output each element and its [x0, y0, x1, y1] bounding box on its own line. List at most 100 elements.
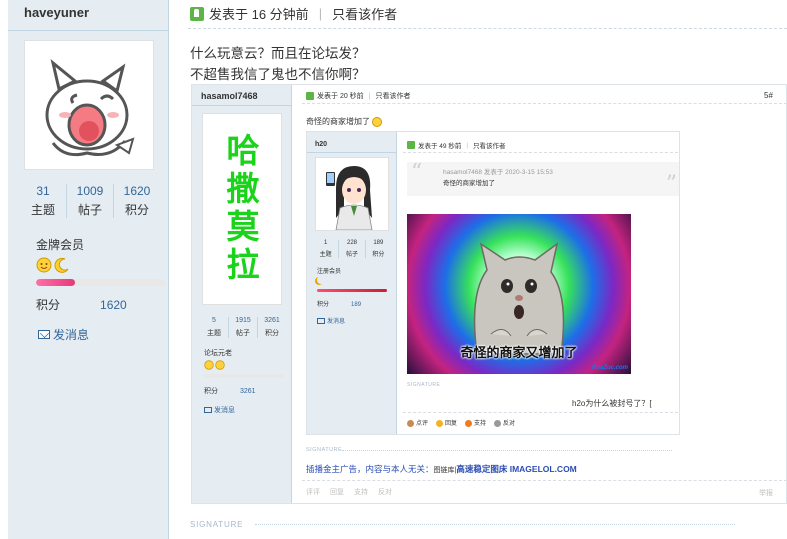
stat-posts: 1915 帖子 — [229, 317, 258, 338]
progress-bar — [204, 374, 284, 378]
send-message-link[interactable]: 发消息 — [38, 326, 89, 343]
post-text: 奇怪的商家增加了 — [306, 117, 370, 126]
stat-value: 189 — [373, 240, 384, 246]
separator: | — [368, 92, 371, 100]
stat-value[interactable]: 1009 — [67, 184, 113, 198]
close-quote-icon: ” — [665, 172, 677, 197]
divider — [192, 105, 292, 106]
cat-avatar-icon — [45, 59, 135, 157]
online-status-icon — [407, 141, 415, 149]
embedded-screenshot[interactable]: hasamol7468 哈 撒 莫 拉 5 主题 1915 帖子 3261 积分 论坛… — [191, 84, 787, 504]
meme-watermark: RoaZuc.com — [591, 365, 628, 371]
nested-reply-text: h2o为什么被封号了？[ — [572, 399, 652, 408]
post-time: 发表于 49 秒前 — [418, 143, 462, 150]
author-only-link[interactable]: 只看该作者 — [332, 4, 397, 23]
divider — [8, 30, 169, 31]
quote-meta: hasamol7468 发表于 2020-3-15 15:53 — [443, 169, 553, 176]
stat-label: 帖子 — [345, 252, 358, 258]
stat-points[interactable]: 1620 积分 — [114, 184, 160, 218]
ad-line: 插播金主广告，内容与本人无关：图链库|高速稳定图床 IMAGELOL.COM — [306, 463, 577, 475]
online-status-icon — [306, 92, 314, 100]
action-label: 点评 — [416, 421, 429, 427]
divider — [307, 152, 397, 153]
nested-author-name: h20 — [315, 141, 328, 148]
stat-value: 1 — [323, 240, 328, 246]
quote-block: “ hasamol7468 发表于 2020-3-15 15:53 奇怪的商家增… — [407, 160, 679, 197]
signature-label: SIGNATURE — [306, 447, 343, 453]
points-value: 189 — [351, 302, 362, 308]
stat-label: 主题 — [30, 203, 55, 217]
send-message-label[interactable]: 发消息 — [53, 326, 89, 343]
rank-icons — [36, 257, 70, 273]
screenshot-actions: 评评 回复 支持 反对 — [306, 487, 392, 497]
emoji-icon — [372, 116, 382, 127]
nested-actions: 点评 回复 支持 反对 — [407, 418, 515, 427]
reply-action: 回复 — [330, 489, 344, 496]
stat-value[interactable]: 1620 — [114, 184, 160, 198]
stat-label: 积分 — [372, 252, 385, 258]
post-text-line: 不超售我信了鬼也不信你啊？ — [190, 67, 366, 82]
screenshot-avatar: 哈 撒 莫 拉 — [202, 113, 282, 305]
author-sidebar: haveyuner 31 主题 1009 帖子 1620 积分 金牌会员 积分 … — [8, 0, 169, 539]
divider — [403, 152, 679, 153]
meme-caption: 奇怪的商家又增加了 — [460, 345, 578, 360]
oppose-action: 反对 — [378, 489, 392, 496]
avatar-char: 撒 — [226, 169, 260, 208]
stat-label: 主题 — [319, 252, 332, 258]
points-value: 1620 — [100, 298, 127, 312]
thumb-up-icon — [465, 419, 473, 427]
nested-avatar — [315, 157, 389, 231]
online-status-icon — [190, 6, 204, 21]
thumb-down-icon — [494, 419, 502, 427]
rate-action: 点评 — [407, 418, 428, 427]
quote-text: 奇怪的商家增加了 — [443, 180, 495, 187]
rate-icon — [407, 419, 414, 427]
stat-label: 帖子 — [77, 203, 102, 217]
meme-image: 奇怪的商家又增加了 RoaZuc.com — [407, 214, 631, 374]
divider — [403, 412, 679, 413]
stat-value[interactable]: 31 — [20, 184, 66, 198]
stat-threads: 1 主题 — [313, 240, 340, 258]
screenshot-rank: 论坛元老 — [204, 350, 232, 357]
reply-icon — [436, 419, 444, 427]
author-name[interactable]: haveyuner — [24, 5, 89, 20]
action-label: 反对 — [503, 421, 516, 427]
action-label: 支持 — [474, 421, 487, 427]
author-stats: 31 主题 1009 帖子 1620 积分 — [20, 184, 160, 218]
stat-posts: 228 帖子 — [339, 240, 366, 258]
author-only-link: 只看该作者 — [473, 143, 506, 150]
stat-posts[interactable]: 1009 帖子 — [67, 184, 114, 218]
stat-label: 积分 — [265, 330, 279, 337]
separator: | — [318, 6, 323, 21]
post-header: 发表于 16 分钟前 | 只看该作者 — [190, 4, 397, 23]
avatar-char: 哈 — [226, 131, 260, 170]
post-text-line: 什么玩意云？而且在论坛发？ — [190, 46, 366, 61]
stat-threads: 5 主题 — [200, 317, 229, 338]
stat-value: 1915 — [235, 317, 251, 324]
stat-label: 积分 — [124, 203, 149, 217]
separator: | — [466, 141, 469, 149]
envelope-icon — [204, 407, 212, 413]
nested-post-header: 发表于 49 秒前 | 只看该作者 — [407, 140, 506, 150]
stat-value: 3261 — [264, 317, 280, 324]
progress-fill — [36, 279, 75, 286]
divider — [255, 524, 735, 525]
sun-icon — [215, 360, 225, 370]
avatar-char: 拉 — [226, 245, 260, 284]
rate-action: 评评 — [306, 489, 320, 496]
points-label: 积分 — [36, 298, 61, 312]
nested-points: 积分 189 — [317, 299, 361, 308]
avatar-char: 莫 — [226, 207, 260, 246]
stat-label: 主题 — [207, 330, 221, 337]
rank-label[interactable]: 金牌会员 — [36, 236, 84, 253]
post-time: 发表于 20 秒前 — [317, 93, 364, 100]
stat-points: 3261 积分 — [258, 317, 286, 338]
avatar[interactable] — [24, 40, 154, 170]
stat-value: 5 — [212, 317, 216, 324]
action-label: 回复 — [445, 421, 458, 427]
points-row: 积分 1620 — [36, 296, 127, 313]
screenshot-points: 积分 3261 — [204, 386, 256, 396]
screenshot-post-text: 奇怪的商家增加了 — [306, 116, 382, 127]
stat-threads[interactable]: 31 主题 — [20, 184, 67, 218]
open-quote-icon: “ — [411, 160, 423, 185]
